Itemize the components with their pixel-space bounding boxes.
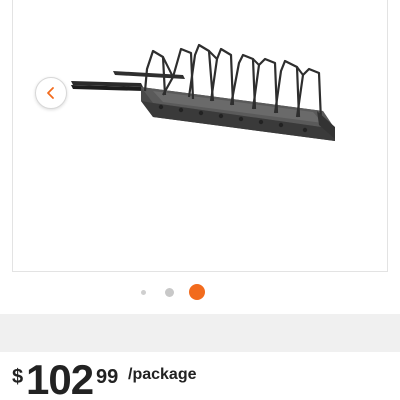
product-image-card: [12, 0, 388, 272]
carousel-pagination: [0, 284, 400, 300]
chevron-left-icon: [47, 87, 54, 99]
product-image[interactable]: [13, 0, 387, 271]
carousel-dot-3-active[interactable]: [189, 284, 205, 300]
price-currency: $: [12, 366, 24, 388]
product-page: $ 102 99 /package: [0, 0, 400, 400]
price-dollars: 102: [26, 356, 94, 400]
price: $ 102 99 /package: [12, 358, 392, 400]
section-divider-band: [0, 314, 400, 352]
carousel-dot-1[interactable]: [141, 290, 146, 295]
price-cents: 99: [96, 366, 119, 388]
carousel-dot-2[interactable]: [165, 288, 174, 297]
price-unit: /package: [128, 366, 197, 383]
previous-image-button[interactable]: [35, 77, 67, 109]
